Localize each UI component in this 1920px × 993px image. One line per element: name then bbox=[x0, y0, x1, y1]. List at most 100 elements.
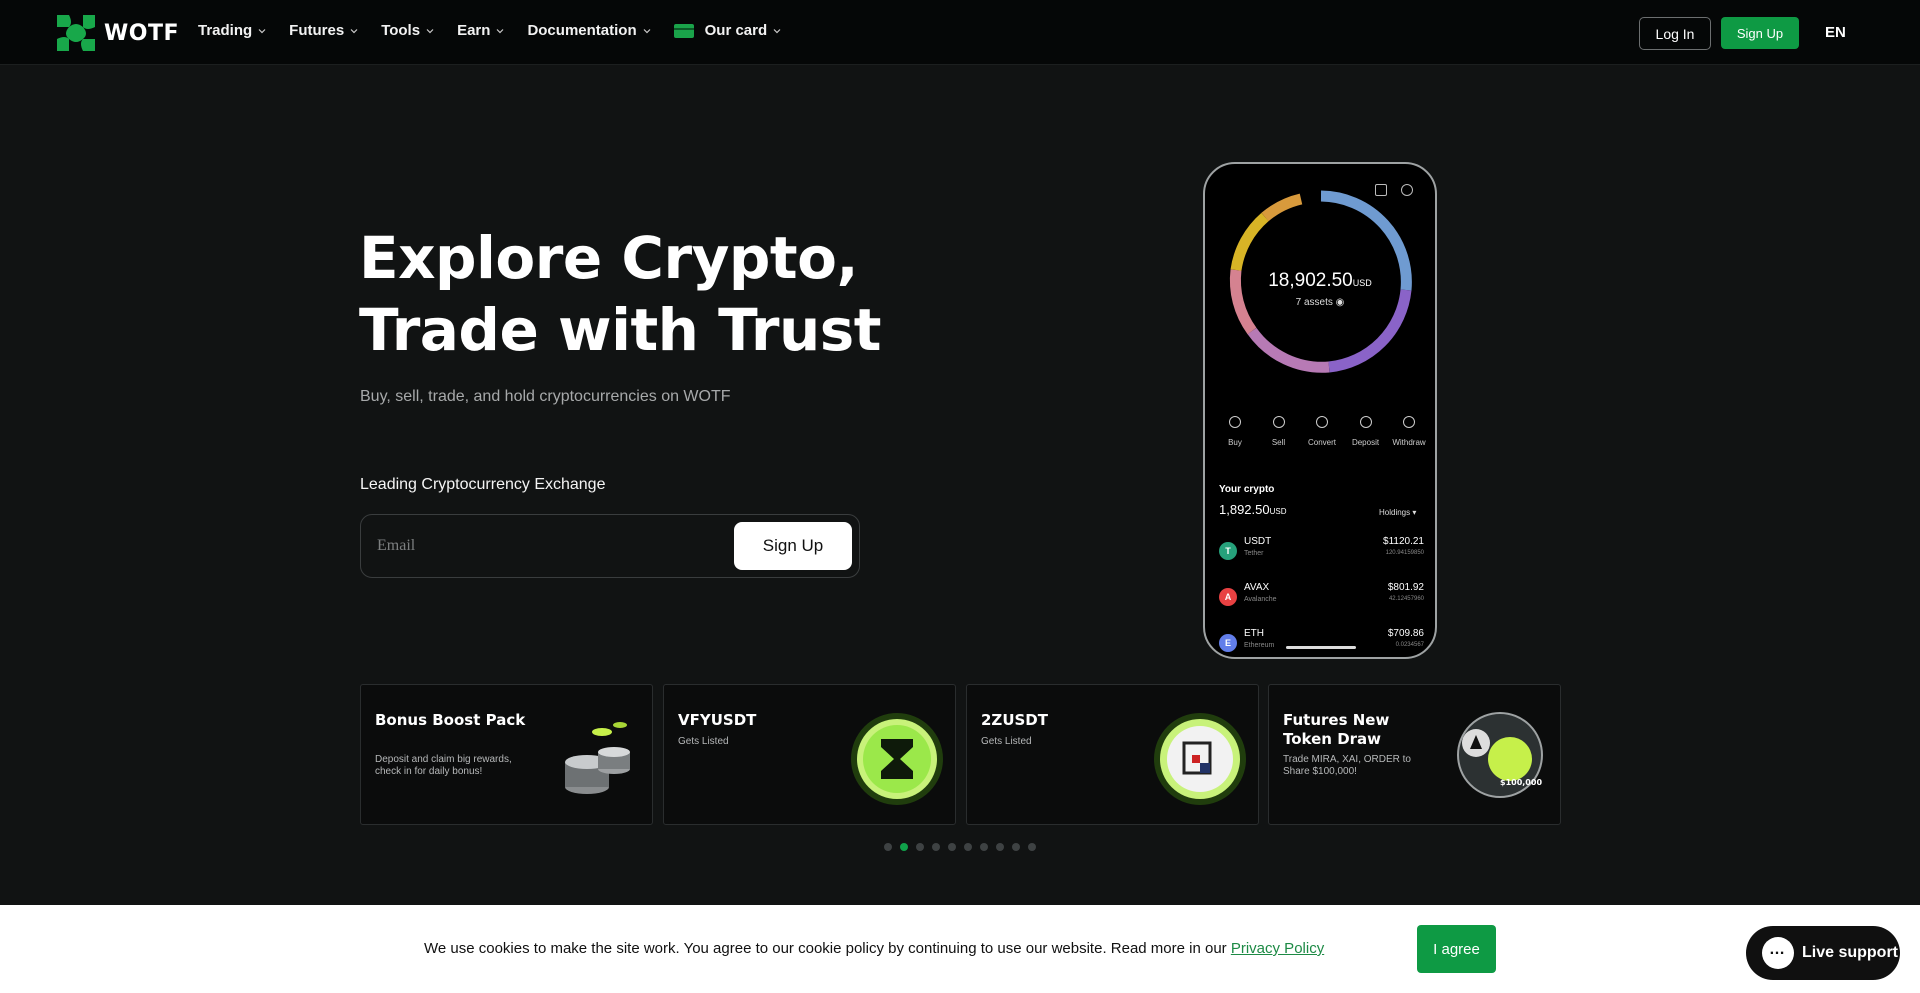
carousel-dot[interactable] bbox=[996, 843, 1004, 851]
menu-label: Trading bbox=[198, 22, 253, 39]
email-input[interactable] bbox=[377, 531, 717, 561]
action-label: Deposit bbox=[1351, 438, 1380, 447]
eye-icon: ◉ bbox=[1335, 297, 1345, 308]
carousel-dot-active[interactable] bbox=[900, 843, 908, 851]
menu-futures[interactable]: Futures bbox=[289, 22, 358, 39]
crypto-balance: 1,892.50USD bbox=[1219, 502, 1287, 517]
carousel-dot[interactable] bbox=[964, 843, 972, 851]
asset-count: 7 assets ◉ bbox=[1205, 297, 1435, 308]
hero-lead: Leading Cryptocurrency Exchange bbox=[360, 476, 606, 493]
coin-value: $709.86 bbox=[1387, 628, 1424, 639]
promo-title: Bonus Boost Pack bbox=[375, 711, 526, 729]
donut-segment bbox=[1247, 327, 1330, 373]
action-label: Convert bbox=[1307, 438, 1336, 447]
top-nav: WOTF Trading Futures Tools Earn Document… bbox=[0, 0, 1920, 65]
menu-label: Futures bbox=[289, 22, 345, 39]
cookie-agree-button[interactable]: I agree bbox=[1417, 925, 1496, 973]
holdings-dropdown[interactable]: Holdings ▾ bbox=[1379, 508, 1416, 517]
donut-segment bbox=[1261, 193, 1303, 222]
action-label: Withdraw bbox=[1392, 438, 1426, 447]
crypto-balance-value: 1,892.50 bbox=[1219, 502, 1270, 517]
carousel-dot[interactable] bbox=[932, 843, 940, 851]
coin-value: $801.92 bbox=[1387, 582, 1424, 593]
hero-title: Explore Crypto, Trade with Trust bbox=[359, 222, 882, 366]
coin-name: Tether bbox=[1244, 550, 1264, 557]
carousel-dot[interactable] bbox=[980, 843, 988, 851]
cookie-banner: We use cookies to make the site work. Yo… bbox=[0, 905, 1920, 993]
phone-actions: Buy Sell Convert Deposit Withdraw bbox=[1215, 416, 1429, 447]
privacy-policy-link[interactable]: Privacy Policy bbox=[1231, 940, 1324, 957]
action-withdraw[interactable]: Withdraw bbox=[1389, 416, 1429, 447]
promo-card-vfyusdt[interactable]: VFYUSDT Gets Listed bbox=[663, 684, 956, 825]
chat-bubble-icon bbox=[1762, 937, 1794, 969]
email-signup-form: Sign Up bbox=[360, 514, 860, 578]
carousel-dot[interactable] bbox=[916, 843, 924, 851]
credit-card-icon bbox=[673, 23, 694, 38]
live-support-button[interactable]: Live support bbox=[1746, 926, 1900, 980]
ethereum-icon: E bbox=[1219, 634, 1237, 652]
carousel-dot[interactable] bbox=[948, 843, 956, 851]
withdraw-icon bbox=[1403, 416, 1415, 428]
promo-desc: Gets Listed bbox=[981, 736, 1032, 747]
coin-amount: 42.12457960 bbox=[1388, 596, 1424, 602]
carousel-dots bbox=[884, 843, 1036, 851]
carousel-dot[interactable] bbox=[1028, 843, 1036, 851]
sell-icon bbox=[1272, 416, 1285, 428]
action-buy[interactable]: Buy bbox=[1215, 416, 1255, 447]
action-deposit[interactable]: Deposit bbox=[1346, 416, 1386, 447]
currency-unit: USD bbox=[1269, 507, 1287, 516]
phone-mockup: 18,902.50USD 7 assets ◉ Buy Sell Convert… bbox=[1203, 162, 1437, 659]
chevron-down-icon bbox=[350, 28, 358, 33]
buy-icon bbox=[1229, 416, 1241, 428]
cookie-text: We use cookies to make the site work. Yo… bbox=[424, 940, 1324, 957]
donut-segment bbox=[1230, 212, 1269, 271]
avalanche-icon: A bbox=[1219, 588, 1237, 606]
prize-ball-icon: $100,000 bbox=[1457, 712, 1543, 798]
action-sell[interactable]: Sell bbox=[1259, 416, 1299, 447]
menu-tools[interactable]: Tools bbox=[381, 22, 434, 39]
portfolio-total: 18,902.50USD bbox=[1205, 270, 1435, 292]
coin-amount: 0.0234567 bbox=[1395, 642, 1424, 648]
menu-label: Documentation bbox=[527, 22, 637, 39]
logo[interactable]: WOTF bbox=[55, 13, 179, 53]
2z-token-icon bbox=[1154, 713, 1246, 805]
coin-row[interactable]: A AVAX Avalanche $801.92 42.12457960 bbox=[1219, 582, 1424, 612]
currency-unit: USD bbox=[1352, 278, 1372, 288]
menu-documentation[interactable]: Documentation bbox=[527, 22, 651, 39]
menu-label: Tools bbox=[381, 22, 421, 39]
your-crypto-heading: Your crypto bbox=[1219, 484, 1275, 495]
holdings-label: Holdings bbox=[1379, 508, 1411, 517]
chevron-down-icon bbox=[773, 28, 781, 33]
menu-our-card[interactable]: Our card bbox=[673, 22, 782, 39]
promo-card-bonus[interactable]: Bonus Boost Pack Deposit and claim big r… bbox=[360, 684, 653, 825]
brand-name: WOTF bbox=[104, 20, 180, 46]
login-button[interactable]: Log In bbox=[1639, 17, 1711, 50]
cookie-message: We use cookies to make the site work. Yo… bbox=[424, 940, 1231, 957]
promo-card-2zusdt[interactable]: 2ZUSDT Gets Listed bbox=[966, 684, 1259, 825]
promo-title: Futures New Token Draw bbox=[1283, 711, 1390, 748]
deposit-icon bbox=[1359, 416, 1372, 428]
hero-signup-button[interactable]: Sign Up bbox=[734, 522, 852, 570]
vfy-token-icon bbox=[851, 713, 943, 805]
caret-down-icon: ▾ bbox=[1412, 508, 1417, 517]
coin-row[interactable]: T USDT Tether $1120.21 120.94159850 bbox=[1219, 536, 1424, 566]
live-support-label: Live support bbox=[1802, 944, 1899, 961]
promo-card-futures-draw[interactable]: Futures New Token Draw Trade MIRA, XAI, … bbox=[1268, 684, 1561, 825]
action-label: Sell bbox=[1271, 438, 1286, 447]
nav-signup-button[interactable]: Sign Up bbox=[1721, 17, 1799, 49]
coin-name: Ethereum bbox=[1244, 642, 1275, 649]
carousel-dot[interactable] bbox=[1012, 843, 1020, 851]
chevron-down-icon bbox=[258, 28, 266, 33]
menu-trading[interactable]: Trading bbox=[198, 22, 266, 39]
promo-title: VFYUSDT bbox=[678, 711, 757, 729]
action-convert[interactable]: Convert bbox=[1302, 416, 1342, 447]
wotf-logo-icon bbox=[57, 15, 95, 51]
coin-row[interactable]: E ETH Ethereum $709.86 0.0234567 bbox=[1219, 628, 1424, 657]
menu-earn[interactable]: Earn bbox=[457, 22, 504, 39]
hero-title-line: Trade with Trust bbox=[359, 296, 882, 364]
coin-stack-icon bbox=[565, 722, 630, 794]
main-menu: Trading Futures Tools Earn Documentation… bbox=[198, 22, 804, 39]
language-selector[interactable]: EN bbox=[1825, 24, 1846, 41]
coin-name: Avalanche bbox=[1244, 596, 1277, 603]
carousel-dot[interactable] bbox=[884, 843, 892, 851]
